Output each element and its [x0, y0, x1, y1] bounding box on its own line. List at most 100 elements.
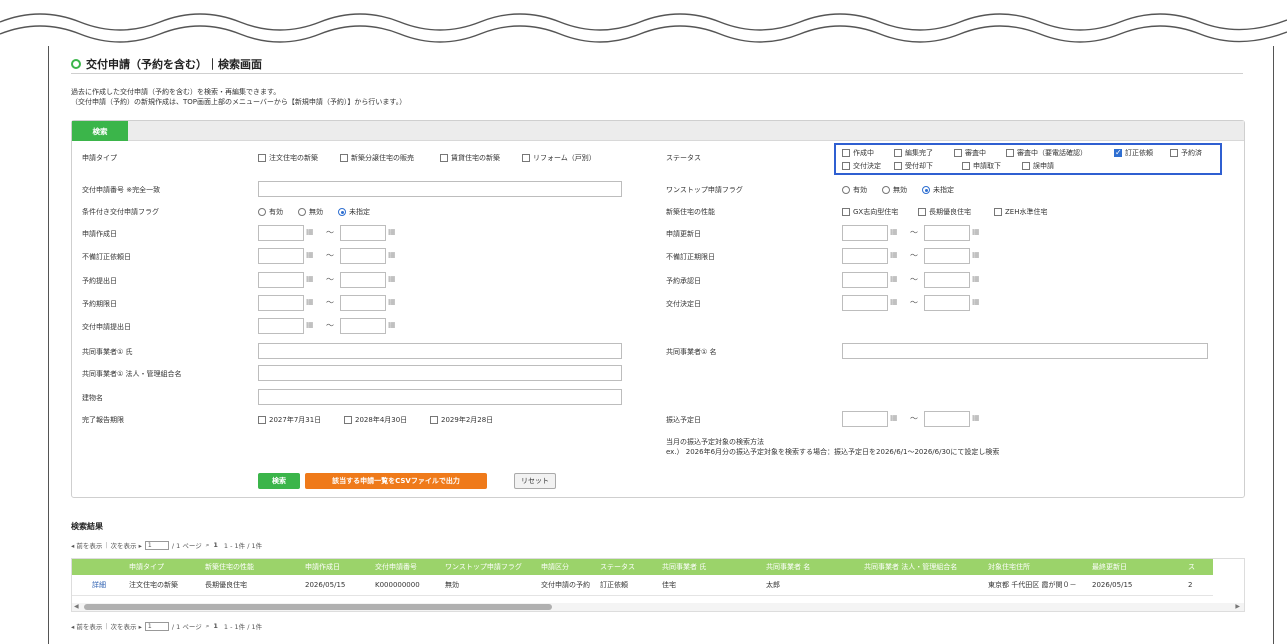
search-icon[interactable]: ⌕ — [206, 541, 210, 550]
date-to-input[interactable] — [340, 295, 386, 311]
kyodo-hojin-input[interactable] — [258, 365, 622, 381]
calendar-icon[interactable]: ▦ — [306, 274, 314, 283]
checkbox[interactable] — [1022, 162, 1030, 170]
joken-radio-muko[interactable]: 無効 — [298, 207, 323, 217]
status-option-shinsachu[interactable]: 審査中 — [954, 148, 986, 158]
date-from-input[interactable] — [842, 411, 888, 427]
checkbox[interactable] — [918, 208, 926, 216]
page-number-input[interactable]: 1 — [144, 621, 169, 631]
status-option-torisage[interactable]: 申請取下 — [962, 161, 1001, 171]
calendar-icon[interactable]: ▦ — [972, 227, 980, 236]
radio[interactable] — [882, 186, 890, 194]
status-option-uketsuke-kyakka[interactable]: 受付却下 — [894, 161, 933, 171]
calendar-icon[interactable]: ▦ — [388, 297, 396, 306]
scroll-right-icon[interactable]: ▶ — [1235, 603, 1240, 610]
date-from-input[interactable] — [258, 272, 304, 288]
date-from-input[interactable] — [258, 248, 304, 264]
checkbox[interactable] — [954, 149, 962, 157]
date-to-input[interactable] — [924, 272, 970, 288]
seino-option-choki[interactable]: 長期優良住宅 — [918, 207, 971, 217]
checkbox[interactable] — [522, 154, 530, 162]
date-from-input[interactable] — [842, 295, 888, 311]
status-option-teisei-irai[interactable]: 訂正依頼 — [1114, 148, 1153, 158]
checkbox[interactable] — [1170, 149, 1178, 157]
checkbox[interactable] — [994, 208, 1002, 216]
scrollbar-thumb[interactable] — [84, 604, 552, 610]
status-option-kofu-kettei[interactable]: 交付決定 — [842, 161, 881, 171]
status-option-goshinsei[interactable]: 誤申請 — [1022, 161, 1054, 171]
radio[interactable] — [258, 208, 266, 216]
type-option-reform[interactable]: リフォーム（戸別） — [522, 153, 596, 163]
calendar-icon[interactable]: ▦ — [972, 250, 980, 259]
checkbox-checked[interactable] — [1114, 148, 1122, 157]
calendar-icon[interactable]: ▦ — [388, 320, 396, 329]
status-option-henshu-kanryo[interactable]: 編集完了 — [894, 148, 933, 158]
type-option-bunjo[interactable]: 新築分譲住宅の販売 — [340, 153, 414, 163]
search-icon[interactable]: ⌕ — [206, 622, 210, 631]
detail-link[interactable]: 詳細 — [92, 581, 106, 589]
csv-export-button[interactable]: 該当する申請一覧をCSVファイルで出力 — [305, 473, 487, 489]
checkbox[interactable] — [340, 154, 348, 162]
calendar-icon[interactable]: ▦ — [972, 413, 980, 422]
calendar-icon[interactable]: ▦ — [890, 250, 898, 259]
onestop-radio-muko[interactable]: 無効 — [882, 185, 907, 195]
calendar-icon[interactable]: ▦ — [890, 413, 898, 422]
calendar-icon[interactable]: ▦ — [890, 227, 898, 236]
joken-radio-mishitei[interactable]: 未指定 — [338, 207, 370, 217]
pager-prev-link[interactable]: ◂ 前を表示 — [71, 621, 102, 631]
calendar-icon[interactable]: ▦ — [388, 274, 396, 283]
kyodo-shi-input[interactable] — [258, 343, 622, 359]
calendar-icon[interactable]: ▦ — [306, 320, 314, 329]
kyodo-mei-input[interactable] — [842, 343, 1208, 359]
date-to-input[interactable] — [340, 272, 386, 288]
checkbox[interactable] — [344, 416, 352, 424]
status-option-yoyakuzumi[interactable]: 予約済 — [1170, 148, 1202, 158]
calendar-icon[interactable]: ▦ — [890, 297, 898, 306]
kofu-no-input[interactable] — [258, 181, 622, 197]
tab-search[interactable]: 検索 — [72, 121, 128, 141]
radio[interactable] — [922, 186, 930, 194]
date-to-input[interactable] — [924, 411, 970, 427]
checkbox[interactable] — [258, 154, 266, 162]
calendar-icon[interactable]: ▦ — [972, 274, 980, 283]
checkbox[interactable] — [842, 208, 850, 216]
type-option-chintai[interactable]: 賃貸住宅の新築 — [440, 153, 500, 163]
kanryo-option-3[interactable]: 2029年2月28日 — [430, 415, 493, 425]
kanryo-option-1[interactable]: 2027年7月31日 — [258, 415, 321, 425]
calendar-icon[interactable]: ▦ — [306, 227, 314, 236]
date-from-input[interactable] — [842, 225, 888, 241]
date-to-input[interactable] — [924, 225, 970, 241]
checkbox[interactable] — [440, 154, 448, 162]
calendar-icon[interactable]: ▦ — [388, 250, 396, 259]
checkbox[interactable] — [842, 149, 850, 157]
tatemono-input[interactable] — [258, 389, 622, 405]
reset-button[interactable]: リセット — [514, 473, 556, 489]
date-from-input[interactable] — [842, 248, 888, 264]
checkbox[interactable] — [258, 416, 266, 424]
kanryo-option-2[interactable]: 2028年4月30日 — [344, 415, 407, 425]
pager-next-link[interactable]: 次を表示 ▸ — [111, 621, 142, 631]
status-option-sakuseichu[interactable]: 作成中 — [842, 148, 874, 158]
checkbox[interactable] — [962, 162, 970, 170]
seino-option-gx[interactable]: GX志向型住宅 — [842, 207, 898, 217]
type-option-chumon[interactable]: 注文住宅の新築 — [258, 153, 318, 163]
radio[interactable] — [298, 208, 306, 216]
date-from-input[interactable] — [842, 272, 888, 288]
checkbox[interactable] — [894, 162, 902, 170]
search-button[interactable]: 検索 — [258, 473, 300, 489]
date-to-input[interactable] — [340, 225, 386, 241]
scroll-left-icon[interactable]: ◀ — [74, 603, 79, 610]
date-to-input[interactable] — [340, 248, 386, 264]
horizontal-scrollbar[interactable]: ◀ ▶ — [72, 603, 1244, 611]
calendar-icon[interactable]: ▦ — [306, 297, 314, 306]
calendar-icon[interactable]: ▦ — [306, 250, 314, 259]
checkbox[interactable] — [430, 416, 438, 424]
checkbox[interactable] — [842, 162, 850, 170]
status-option-shinsachu-tel[interactable]: 審査中（要電話確認） — [1006, 148, 1087, 158]
date-to-input[interactable] — [924, 248, 970, 264]
onestop-radio-yuko[interactable]: 有効 — [842, 185, 867, 195]
date-from-input[interactable] — [258, 318, 304, 334]
pager-next-link[interactable]: 次を表示 ▸ — [111, 540, 142, 550]
pager-prev-link[interactable]: ◂ 前を表示 — [71, 540, 102, 550]
page-number-input[interactable]: 1 — [144, 540, 169, 550]
